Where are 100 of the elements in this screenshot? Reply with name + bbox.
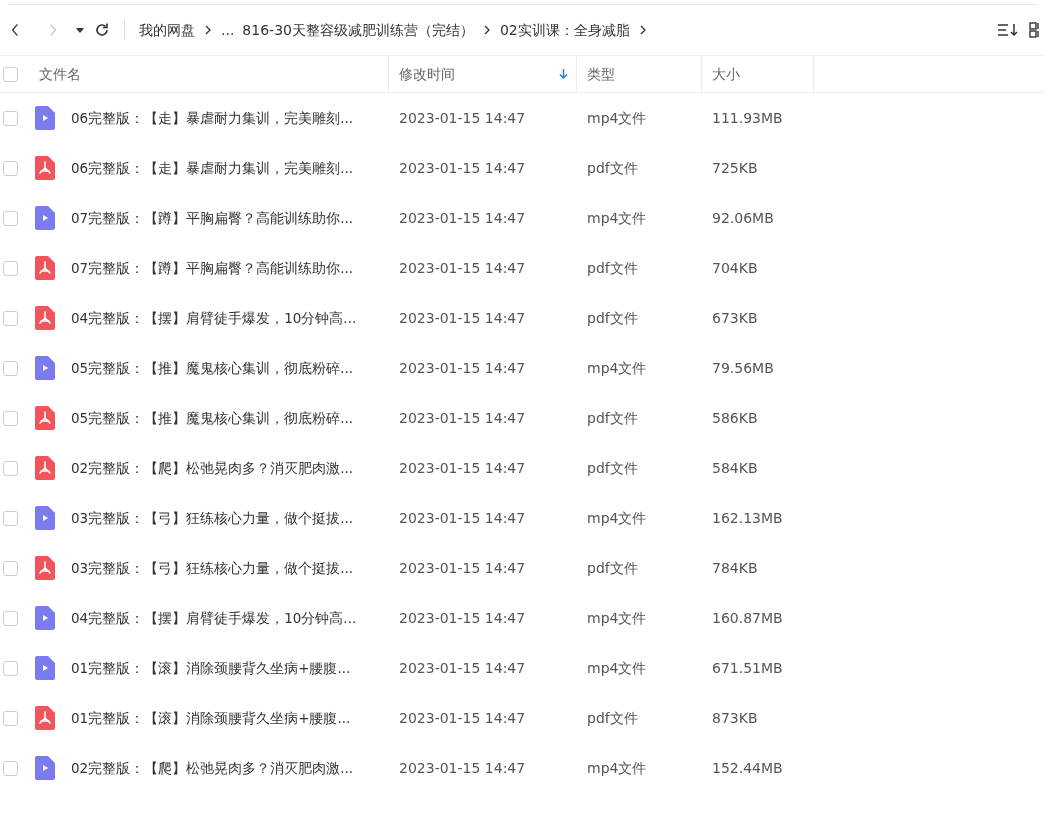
file-row[interactable]: 04完整版：【摆】肩臂徒手爆发，10分钟高... 2023-01-15 14:47 mp4文件 160.87MB bbox=[0, 593, 1045, 643]
column-header[interactable]: 类型 bbox=[587, 56, 615, 92]
pdf-file-icon bbox=[35, 706, 55, 730]
file-row[interactable]: 03完整版：【弓】狂练核心力量，做个挺拔... 2023-01-15 14:47 mp4文件 162.13MB bbox=[0, 493, 1045, 543]
sort-icon[interactable] bbox=[997, 22, 1019, 38]
checkbox[interactable] bbox=[3, 510, 18, 526]
file-size: 586KB bbox=[711, 408, 759, 428]
file-name[interactable]: 05完整版：【推】魔鬼核心集训，彻底粉碎... bbox=[71, 407, 354, 429]
file-type: mp4文件 bbox=[586, 108, 648, 128]
file-name[interactable]: 05完整版：【推】魔鬼核心集训，彻底粉碎... bbox=[71, 357, 354, 379]
video-file-icon bbox=[35, 656, 55, 680]
file-type: pdf文件 bbox=[586, 308, 639, 328]
file-type: pdf文件 bbox=[586, 708, 639, 728]
checkbox[interactable] bbox=[3, 360, 18, 376]
grid-view-icon[interactable] bbox=[1029, 22, 1039, 38]
modified-time: 2023-01-15 14:47 bbox=[398, 708, 527, 728]
file-name[interactable]: 01完整版：【滚】消除颈腰背久坐病+腰腹... bbox=[71, 657, 351, 679]
checkbox[interactable] bbox=[3, 66, 18, 82]
file-row[interactable]: 02完整版：【爬】松弛晃肉多？消灭肥肉激... 2023-01-15 14:47 pdf文件 584KB bbox=[0, 443, 1045, 493]
file-name[interactable]: 04完整版：【摆】肩臂徒手爆发，10分钟高... bbox=[71, 607, 357, 629]
file-row[interactable]: 07完整版：【蹲】平胸扁臀？高能训练助你... 2023-01-15 14:47 pdf文件 704KB bbox=[0, 243, 1045, 293]
file-type: pdf文件 bbox=[586, 458, 639, 478]
modified-time: 2023-01-15 14:47 bbox=[398, 108, 527, 128]
modified-time: 2023-01-15 14:47 bbox=[398, 558, 527, 578]
file-name[interactable]: 06完整版：【走】暴虐耐力集训，完美雕刻... bbox=[71, 157, 354, 179]
file-type: mp4文件 bbox=[586, 658, 648, 678]
checkbox[interactable] bbox=[3, 310, 18, 326]
pdf-file-icon bbox=[35, 556, 55, 580]
file-name[interactable]: 07完整版：【蹲】平胸扁臀？高能训练助你... bbox=[71, 207, 354, 229]
chevron-right-icon bbox=[205, 25, 211, 35]
pdf-file-icon bbox=[35, 306, 55, 330]
breadcrumb-item[interactable]: 816-30天整容级减肥训练营（完结） bbox=[242, 19, 474, 41]
checkbox[interactable] bbox=[3, 660, 18, 676]
file-name[interactable]: 03完整版：【弓】狂练核心力量，做个挺拔... bbox=[71, 557, 354, 579]
checkbox[interactable] bbox=[3, 610, 18, 626]
file-row[interactable]: 01完整版：【滚】消除颈腰背久坐病+腰腹... 2023-01-15 14:47 pdf文件 873KB bbox=[0, 693, 1045, 743]
video-file-icon bbox=[35, 106, 55, 130]
file-name[interactable]: 02完整版：【爬】松弛晃肉多？消灭肥肉激... bbox=[71, 457, 354, 479]
file-size: 673KB bbox=[711, 308, 759, 328]
file-size: 92.06MB bbox=[711, 208, 775, 228]
breadcrumb-item[interactable]: 02实训课：全身减脂 bbox=[499, 19, 630, 41]
file-type: mp4文件 bbox=[586, 358, 648, 378]
file-row[interactable]: 05完整版：【推】魔鬼核心集训，彻底粉碎... 2023-01-15 14:47 mp4文件 79.56MB bbox=[0, 343, 1045, 393]
file-type: pdf文件 bbox=[586, 558, 639, 578]
file-type: mp4文件 bbox=[586, 758, 648, 778]
file-row[interactable]: 05完整版：【推】魔鬼核心集训，彻底粉碎... 2023-01-15 14:47 pdf文件 586KB bbox=[0, 393, 1045, 443]
refresh-icon[interactable] bbox=[94, 22, 110, 38]
file-row[interactable]: 04完整版：【摆】肩臂徒手爆发，10分钟高... 2023-01-15 14:47 pdf文件 673KB bbox=[0, 293, 1045, 343]
file-size: 152.44MB bbox=[711, 758, 784, 778]
file-name[interactable]: 07完整版：【蹲】平胸扁臀？高能训练助你... bbox=[71, 257, 354, 279]
modified-time: 2023-01-15 14:47 bbox=[398, 758, 527, 778]
checkbox[interactable] bbox=[3, 110, 18, 126]
file-row[interactable]: 07完整版：【蹲】平胸扁臀？高能训练助你... 2023-01-15 14:47 mp4文件 92.06MB bbox=[0, 193, 1045, 243]
column-header[interactable]: 大小 bbox=[712, 56, 740, 92]
modified-time: 2023-01-15 14:47 bbox=[398, 458, 527, 478]
dropdown-caret-icon[interactable] bbox=[76, 27, 84, 33]
video-file-icon bbox=[35, 356, 55, 380]
file-name[interactable]: 04完整版：【摆】肩臂徒手爆发，10分钟高... bbox=[71, 307, 357, 329]
file-name[interactable]: 01完整版：【滚】消除颈腰背久坐病+腰腹... bbox=[71, 707, 351, 729]
file-size: 584KB bbox=[711, 458, 759, 478]
checkbox[interactable] bbox=[3, 410, 18, 426]
file-name[interactable]: 06完整版：【走】暴虐耐力集训，完美雕刻... bbox=[71, 107, 354, 129]
pdf-file-icon bbox=[35, 406, 55, 430]
file-row[interactable]: 02完整版：【爬】松弛晃肉多？消灭肥肉激... 2023-01-15 14:47 mp4文件 152.44MB bbox=[0, 743, 1045, 793]
checkbox[interactable] bbox=[3, 760, 18, 776]
breadcrumb-item[interactable]: 我的网盘 bbox=[139, 19, 195, 41]
modified-time: 2023-01-15 14:47 bbox=[398, 508, 527, 528]
checkbox[interactable] bbox=[3, 560, 18, 576]
file-row[interactable]: 06完整版：【走】暴虐耐力集训，完美雕刻... 2023-01-15 14:47 mp4文件 111.93MB bbox=[0, 93, 1045, 143]
file-size: 160.87MB bbox=[711, 608, 784, 628]
pdf-file-icon bbox=[35, 456, 55, 480]
file-row[interactable]: 06完整版：【走】暴虐耐力集训，完美雕刻... 2023-01-15 14:47 pdf文件 725KB bbox=[0, 143, 1045, 193]
file-name[interactable]: 02完整版：【爬】松弛晃肉多？消灭肥肉激... bbox=[71, 757, 354, 779]
checkbox[interactable] bbox=[3, 160, 18, 176]
file-size: 725KB bbox=[711, 158, 759, 178]
checkbox[interactable] bbox=[3, 210, 18, 226]
video-file-icon bbox=[35, 606, 55, 630]
file-name[interactable]: 03完整版：【弓】狂练核心力量，做个挺拔... bbox=[71, 507, 354, 529]
file-size: 873KB bbox=[711, 708, 759, 728]
file-row[interactable]: 01完整版：【滚】消除颈腰背久坐病+腰腹... 2023-01-15 14:47 mp4文件 671.51MB bbox=[0, 643, 1045, 693]
file-type: mp4文件 bbox=[586, 608, 648, 628]
modified-time: 2023-01-15 14:47 bbox=[398, 308, 527, 328]
checkbox[interactable] bbox=[3, 710, 18, 726]
pdf-file-icon bbox=[35, 156, 55, 180]
video-file-icon bbox=[35, 756, 55, 780]
file-size: 79.56MB bbox=[711, 358, 775, 378]
breadcrumb-item[interactable]: ... bbox=[221, 19, 235, 41]
column-header[interactable]: 修改时间 bbox=[399, 56, 576, 92]
modified-time: 2023-01-15 14:47 bbox=[398, 408, 527, 428]
video-file-icon bbox=[35, 206, 55, 230]
checkbox[interactable] bbox=[3, 460, 18, 476]
file-row[interactable]: 03完整版：【弓】狂练核心力量，做个挺拔... 2023-01-15 14:47 pdf文件 784KB bbox=[0, 543, 1045, 593]
file-size: 671.51MB bbox=[711, 658, 784, 678]
file-type: pdf文件 bbox=[586, 258, 639, 278]
back-chevron-icon[interactable] bbox=[11, 23, 19, 37]
modified-time: 2023-01-15 14:47 bbox=[398, 358, 527, 378]
sort-down-arrow-icon bbox=[559, 68, 568, 80]
file-size: 704KB bbox=[711, 258, 759, 278]
checkbox[interactable] bbox=[3, 260, 18, 276]
column-header[interactable]: 文件名 bbox=[39, 56, 81, 92]
